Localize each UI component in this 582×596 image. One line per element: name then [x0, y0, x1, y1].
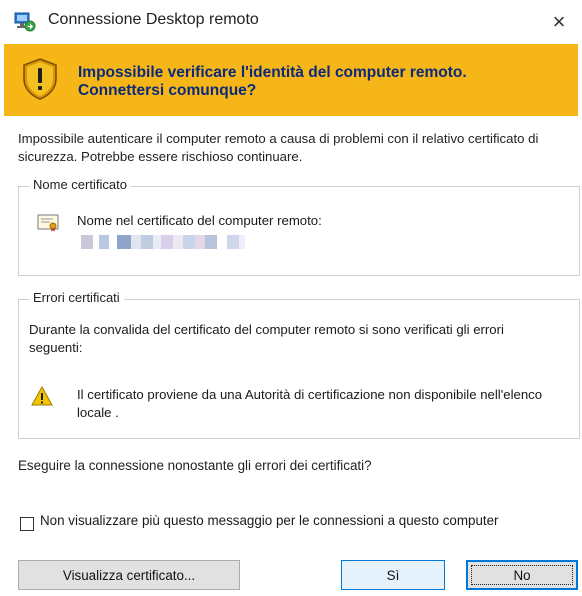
certificate-errors-group: Errori certificati Durante la convalida …	[18, 290, 580, 439]
title-bar: Connessione Desktop remoto ×	[0, 0, 582, 44]
connect-question: Eseguire la connessione nonostante gli e…	[18, 458, 372, 473]
banner-heading: Impossibile verificare l'identità del co…	[78, 64, 558, 100]
warning-triangle-icon	[31, 385, 53, 406]
banner-line-1: Impossibile verificare l'identità del co…	[78, 64, 467, 81]
close-icon: ×	[552, 9, 566, 34]
window-title: Connessione Desktop remoto	[48, 11, 259, 28]
yes-button[interactable]: Sì	[341, 560, 445, 590]
description-text: Impossibile autenticare il computer remo…	[18, 131, 539, 164]
certificate-icon	[37, 214, 59, 232]
certificate-name-group: Nome certificato Nome nel certificato de…	[18, 177, 580, 276]
close-button[interactable]: ×	[536, 0, 582, 44]
certificate-name-legend: Nome certificato	[29, 177, 131, 192]
remote-desktop-icon	[14, 12, 36, 32]
banner-line-2: Connettersi comunque?	[78, 82, 257, 99]
view-certificate-button[interactable]: Visualizza certificato...	[18, 560, 240, 590]
no-button[interactable]: No	[466, 560, 578, 590]
shield-warning-icon	[22, 57, 58, 101]
certificate-name-label: Nome nel certificato del computer remoto…	[77, 213, 322, 228]
certificate-errors-legend: Errori certificati	[29, 290, 124, 305]
redacted-certificate-name	[81, 234, 245, 249]
dont-show-again-label[interactable]: Non visualizzare più questo messaggio pe…	[40, 512, 560, 529]
warning-banner: Impossibile verificare l'identità del co…	[4, 44, 578, 116]
errors-description: Durante la convalida del certificato del…	[29, 322, 504, 355]
error-item-text: Il certificato proviene da una Autorità …	[77, 387, 543, 420]
dont-show-again-checkbox[interactable]	[20, 517, 34, 531]
